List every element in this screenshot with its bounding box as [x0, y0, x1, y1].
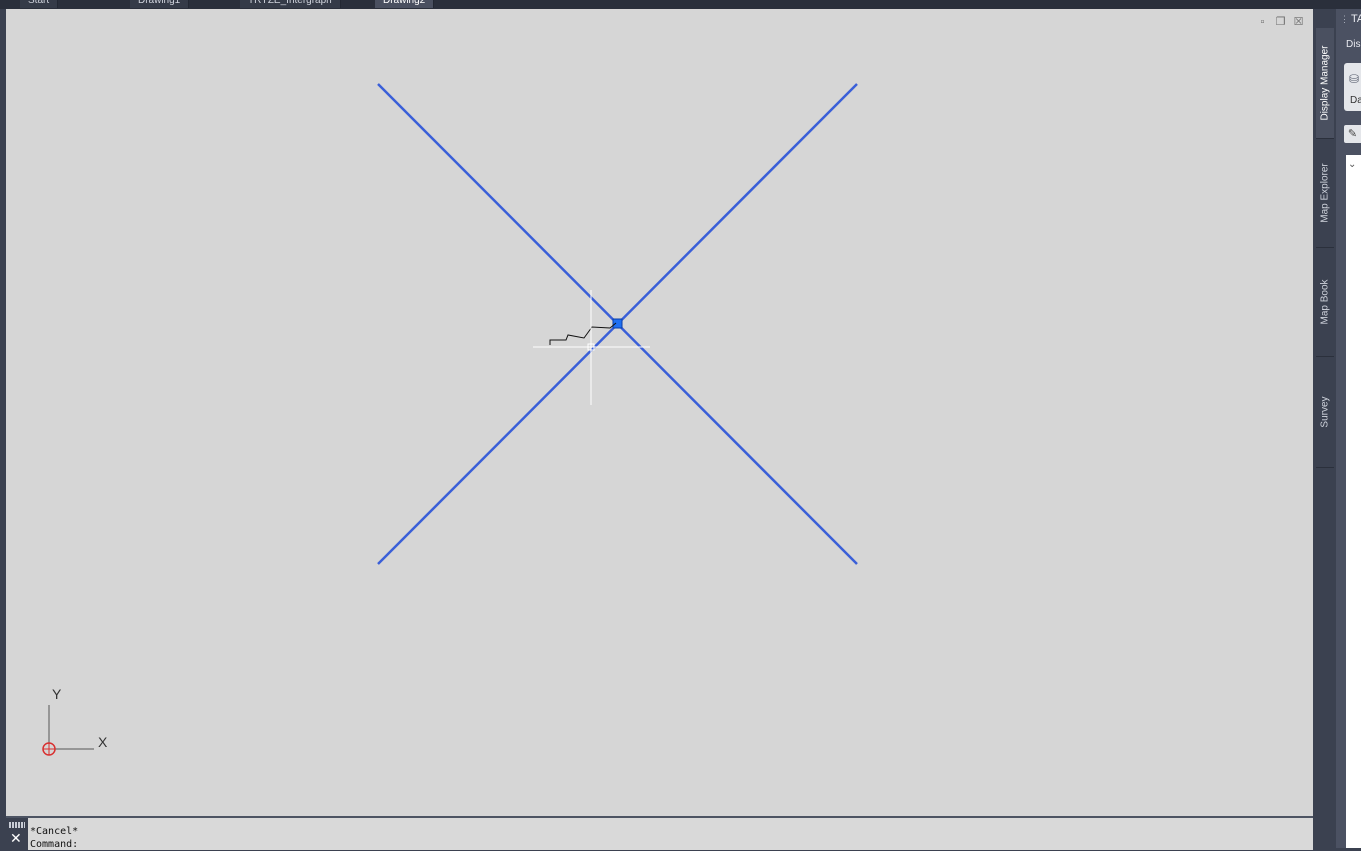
- layer-tree[interactable]: ⌄: [1346, 155, 1361, 848]
- data-button[interactable]: ⛁ Da: [1344, 63, 1361, 111]
- tab-display-manager[interactable]: Display Manager: [1316, 28, 1334, 139]
- task-pane-title: ⋮ TA: [1340, 13, 1361, 25]
- data-button-label: Da: [1350, 95, 1361, 106]
- intersection-grip[interactable]: [612, 318, 623, 329]
- ucs-x-label: X: [98, 734, 108, 750]
- tab-survey[interactable]: Survey: [1316, 357, 1334, 468]
- style-tool-icon[interactable]: ✎: [1344, 125, 1361, 143]
- doc-tab-drawing1[interactable]: Drawing1: [130, 0, 190, 8]
- doc-tab-drawing2[interactable]: Drawing2: [375, 0, 435, 8]
- doc-tab-tryze-intergraph[interactable]: TRYZE_Intergraph: [240, 0, 341, 8]
- tab-map-explorer[interactable]: Map Explorer: [1316, 139, 1334, 248]
- command-line[interactable]: ✕ *Cancel* Command:: [6, 816, 1313, 850]
- drawing-canvas[interactable]: ▫ ❐ ☒ Y X: [6, 9, 1313, 816]
- tab-map-book[interactable]: Map Book: [1316, 248, 1334, 357]
- grip-icon[interactable]: ⋮: [1340, 14, 1349, 24]
- tab-label: Map Explorer: [1319, 163, 1331, 223]
- tab-label: Map Book: [1319, 279, 1331, 325]
- document-tab-bar: Start Drawing1 TRYZE_Intergraph Drawing2: [0, 0, 1361, 9]
- tab-label: Survey: [1319, 396, 1331, 428]
- database-icon: ⛁: [1349, 72, 1360, 86]
- task-pane-subtitle: Dis: [1346, 39, 1361, 50]
- doc-tab-start[interactable]: Start: [20, 0, 59, 8]
- task-pane-title-text: TA: [1351, 13, 1361, 25]
- palette-tab-strip: Display Manager Map Explorer Map Book Su…: [1316, 28, 1334, 468]
- close-icon[interactable]: ✕: [10, 831, 22, 845]
- ucs-y-label: Y: [52, 686, 62, 702]
- grip-icon[interactable]: [9, 822, 25, 828]
- chevron-down-icon[interactable]: ⌄: [1348, 159, 1356, 170]
- tab-label: Display Manager: [1319, 45, 1331, 121]
- ucs-icon: [42, 705, 94, 756]
- drawing-svg[interactable]: [6, 9, 1313, 816]
- command-prompt[interactable]: Command:: [30, 839, 78, 850]
- command-history: *Cancel* Command:: [30, 825, 78, 851]
- command-history-line: *Cancel*: [30, 826, 79, 837]
- command-line-handle[interactable]: ✕: [6, 818, 28, 850]
- task-pane: ⋮ TA Dis ⛁ Da ✎ ⌄: [1336, 9, 1361, 848]
